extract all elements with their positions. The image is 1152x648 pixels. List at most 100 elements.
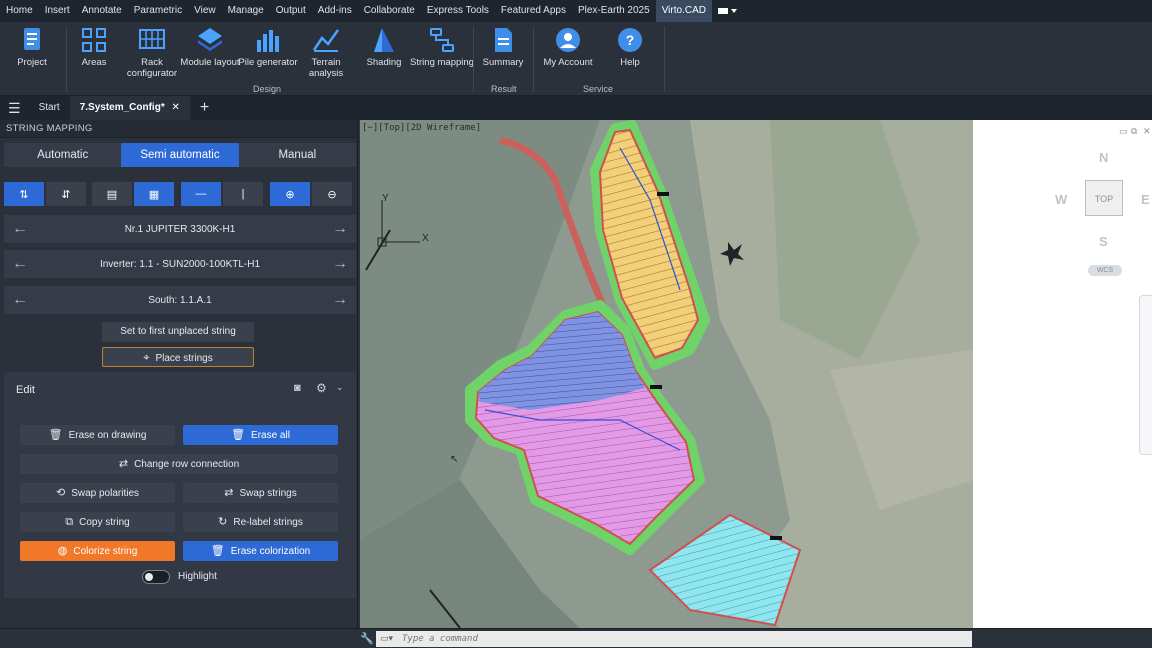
menu-featured-apps[interactable]: Featured Apps (495, 0, 572, 22)
compass-south[interactable]: S (1099, 234, 1108, 249)
swap-arrows-icon: ⇄ (118, 458, 129, 470)
menu-manage[interactable]: Manage (222, 0, 270, 22)
prev-area-icon[interactable]: ← (4, 291, 36, 309)
menu-collaborate[interactable]: Collaborate (358, 0, 421, 22)
chevron-down-icon[interactable]: ⌄ (336, 382, 344, 393)
viewport-controls-label[interactable]: [−][Top][2D Wireframe] (362, 123, 481, 133)
areas-icon (82, 28, 106, 52)
terrain-analysis-button[interactable]: Terrain analysis (294, 24, 358, 84)
hamburger-menu-icon[interactable]: ☰ (0, 96, 29, 120)
mode-automatic[interactable]: Automatic (4, 143, 121, 167)
viewcube-top-face[interactable]: TOP (1085, 180, 1123, 216)
minus-circle-icon: ⊖ (327, 188, 337, 201)
menu-output[interactable]: Output (270, 0, 312, 22)
tool-group-2: ▤ ▦ (92, 182, 174, 206)
menu-home[interactable]: Home (0, 0, 39, 22)
next-module-icon[interactable]: → (324, 220, 356, 238)
place-strings-button[interactable]: ⌖ Place strings (102, 347, 254, 367)
menu-express-tools[interactable]: Express Tools (421, 0, 495, 22)
sort-ascending-button[interactable]: ⇅ (4, 182, 44, 206)
next-area-icon[interactable]: → (324, 291, 356, 309)
sort-descending-button[interactable]: ⇵ (46, 182, 86, 206)
project-button[interactable]: Project (0, 24, 64, 84)
inverter-navigator: ← Inverter: 1.1 - SUN2000-100KTL-H1 → (4, 250, 356, 278)
compass-west[interactable]: W (1055, 192, 1067, 207)
tool-group-3: — | (181, 182, 263, 206)
minimize-icon[interactable]: ▭ (1119, 126, 1128, 137)
wrench-icon[interactable]: 🔧 (360, 632, 374, 645)
navigation-bar[interactable] (1139, 295, 1152, 455)
prev-module-icon[interactable]: ← (4, 220, 36, 238)
layout-b-button[interactable]: ▦ (134, 182, 174, 206)
location-pin-icon: ⌖ (143, 352, 150, 364)
gear-icon[interactable]: ⚙ (316, 381, 327, 395)
menu-add-ins[interactable]: Add-ins (312, 0, 358, 22)
horizontal-line-icon: — (195, 188, 207, 200)
mode-semi-automatic[interactable]: Semi automatic (121, 143, 239, 167)
terrain-analysis-icon (312, 29, 340, 52)
areas-button[interactable]: Areas (62, 24, 126, 84)
summary-button[interactable]: Summary (471, 24, 535, 84)
document-tab-bar: ☰ Start 7.System_Config* ✕ + (0, 96, 1152, 120)
colorize-string-button[interactable]: ◍ Colorize string (20, 541, 175, 561)
pile-generator-button[interactable]: Pile generator (236, 24, 300, 84)
menu-virto-cad[interactable]: Virto.CAD (655, 0, 712, 22)
add-button[interactable]: ⊕ (270, 182, 310, 206)
close-tab-icon[interactable]: ✕ (172, 102, 180, 113)
wcs-dropdown[interactable]: WCS (1088, 265, 1122, 276)
layout-a-button[interactable]: ▤ (92, 182, 132, 206)
set-first-unplaced-button[interactable]: Set to first unplaced string (102, 322, 254, 342)
rack-configurator-icon (139, 29, 165, 49)
drawing-viewport[interactable]: [−][Top][2D Wireframe] Y X ↖ (360, 120, 973, 628)
tool-group-4: ⊕ ⊖ (270, 182, 352, 206)
change-row-connection-button[interactable]: ⇄ Change row connection (20, 454, 338, 474)
my-account-icon (556, 28, 580, 52)
menu-view[interactable]: View (188, 0, 222, 22)
tab-system-config[interactable]: 7.System_Config* ✕ (69, 96, 190, 120)
next-inverter-icon[interactable]: → (324, 255, 356, 273)
remove-button[interactable]: ⊖ (312, 182, 352, 206)
prev-inverter-icon[interactable]: ← (4, 255, 36, 273)
project-icon (24, 28, 40, 50)
menu-annotate[interactable]: Annotate (76, 0, 128, 22)
string-mapping-button[interactable]: String mapping (410, 24, 474, 84)
module-layout-button[interactable]: Module layout (178, 24, 242, 84)
shading-button[interactable]: Shading (352, 24, 416, 84)
swap-arrows-icon: ⇄ (224, 487, 234, 499)
help-icon: ? (618, 28, 642, 52)
relabel-strings-button[interactable]: ↻ Re-label strings (183, 512, 338, 532)
ribbon-group-design: Design (253, 84, 282, 94)
horizontal-orientation-button[interactable]: — (181, 182, 221, 206)
command-input[interactable] (376, 631, 972, 647)
erase-all-button[interactable]: 🗑 Erase all (183, 425, 338, 445)
erase-on-drawing-button[interactable]: 🗑 Erase on drawing (20, 425, 175, 445)
sort-descending-icon: ⇵ (61, 188, 71, 201)
workspace-switch-icon[interactable] (717, 6, 740, 16)
camera-icon[interactable]: ◙ (294, 382, 301, 394)
my-account-button[interactable]: My Account (536, 24, 600, 84)
compass-north[interactable]: N (1099, 150, 1108, 165)
mode-selector: Automatic Semi automatic Manual (4, 143, 356, 167)
restore-icon[interactable]: ⧉ (1131, 126, 1137, 137)
command-history-icon[interactable]: ▭▾ (380, 633, 393, 644)
vertical-orientation-button[interactable]: | (223, 182, 263, 206)
ucs-x-label: X (422, 233, 429, 244)
mode-manual[interactable]: Manual (239, 143, 356, 167)
tab-start[interactable]: Start (29, 96, 70, 120)
swap-strings-button[interactable]: ⇄ Swap strings (183, 483, 338, 503)
mouse-cursor-icon: ↖ (450, 454, 459, 465)
swap-polarities-button[interactable]: ⟲ Swap polarities (20, 483, 175, 503)
erase-colorization-button[interactable]: 🗑 Erase colorization (183, 541, 338, 561)
compass-east[interactable]: E (1141, 192, 1150, 207)
menu-parametric[interactable]: Parametric (128, 0, 188, 22)
layout-b-icon: ▦ (148, 188, 160, 201)
highlight-toggle[interactable] (142, 570, 170, 584)
close-icon[interactable]: ✕ (1143, 126, 1151, 137)
new-tab-icon[interactable]: + (190, 96, 219, 120)
rack-configurator-button[interactable]: Rack configurator (120, 24, 184, 84)
copy-string-button[interactable]: ⧉ Copy string (20, 512, 175, 532)
layout-a-icon: ▤ (106, 188, 118, 201)
help-button[interactable]: ? Help (598, 24, 662, 84)
menu-plex-earth[interactable]: Plex-Earth 2025 (572, 0, 656, 22)
menu-insert[interactable]: Insert (39, 0, 76, 22)
